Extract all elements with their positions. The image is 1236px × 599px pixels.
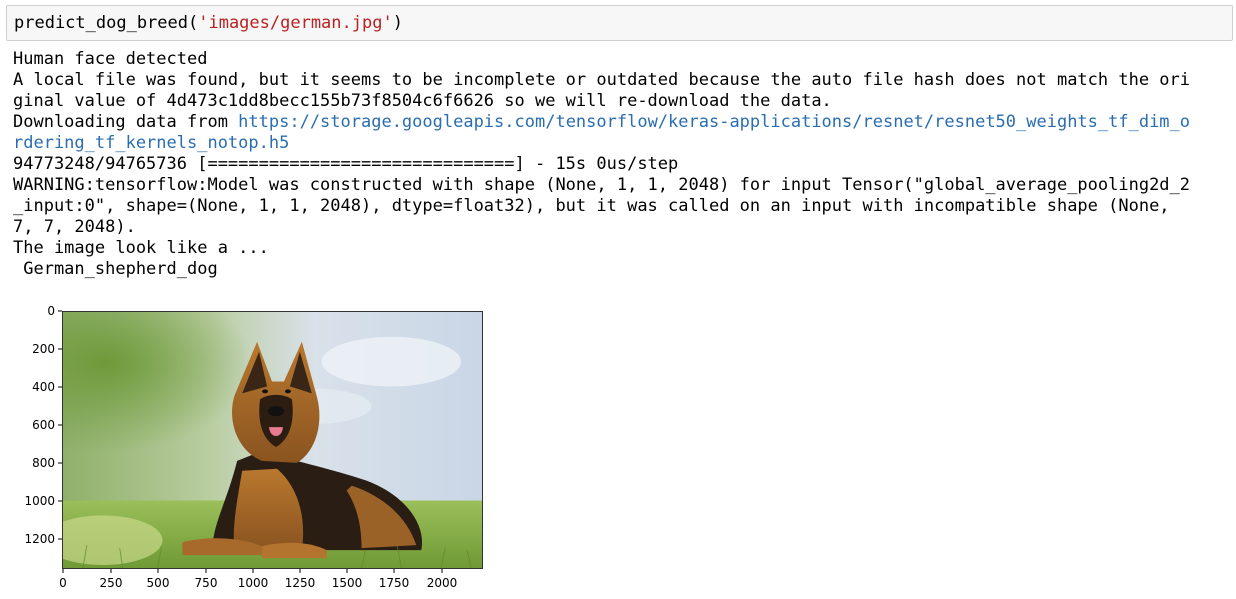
- x-tick-label: 1250: [285, 576, 316, 590]
- x-tick-label: 750: [195, 576, 218, 590]
- code-closing-paren: ): [392, 13, 403, 33]
- x-tick-label: 1750: [379, 576, 410, 590]
- x-tick-label: 0: [59, 576, 67, 590]
- x-tick-label: 250: [100, 576, 123, 590]
- output-line: A local file was found, but it seems to …: [13, 70, 1191, 90]
- warning-line: WARNING:tensorflow:Model was constructed…: [13, 175, 1191, 195]
- download-link[interactable]: https://storage.googleapis.com/tensorflo…: [238, 112, 1190, 132]
- code-string-argument: 'images/german.jpg': [198, 13, 393, 33]
- y-tick-label: 800: [32, 456, 55, 470]
- output-line: Human face detected: [13, 49, 208, 69]
- dog-photo: [63, 312, 482, 568]
- cell-output: Human face detected A local file was fou…: [13, 49, 1231, 280]
- warning-line: 7, 7, 2048).: [13, 217, 136, 237]
- result-line: The image look like a ...: [13, 238, 269, 258]
- output-line: Downloading data from https://storage.go…: [13, 112, 1231, 133]
- y-tick-label: 0: [47, 304, 55, 318]
- predicted-breed: German_shepherd_dog: [13, 259, 218, 279]
- y-tick-label: 600: [32, 418, 55, 432]
- x-tick-label: 500: [147, 576, 170, 590]
- download-link-continued[interactable]: rdering_tf_kernels_notop.h5: [13, 133, 289, 153]
- progress-line: 94773248/94765736 [=====================…: [13, 154, 679, 174]
- code-input-cell[interactable]: predict_dog_breed('images/german.jpg'): [6, 5, 1233, 41]
- warning-line: _input:0", shape=(None, 1, 1, 2048), dty…: [13, 196, 1170, 216]
- y-tick-label: 200: [32, 342, 55, 356]
- x-tick-label: 2000: [427, 576, 458, 590]
- code-line[interactable]: predict_dog_breed('images/german.jpg'): [14, 13, 403, 34]
- y-tick-label: 1200: [24, 532, 55, 546]
- y-tick-label: 400: [32, 380, 55, 394]
- output-line: ginal value of 4d473c1dd8becc155b73f8504…: [13, 91, 832, 111]
- output-text: Downloading data from: [13, 112, 239, 132]
- x-tick-label: 1000: [238, 576, 269, 590]
- code-function-call: predict_dog_breed(: [14, 13, 199, 33]
- image-axes: [62, 311, 483, 569]
- x-tick-label: 1500: [332, 576, 363, 590]
- output-line: rdering_tf_kernels_notop.h5: [13, 133, 1231, 154]
- y-tick-label: 1000: [24, 494, 55, 508]
